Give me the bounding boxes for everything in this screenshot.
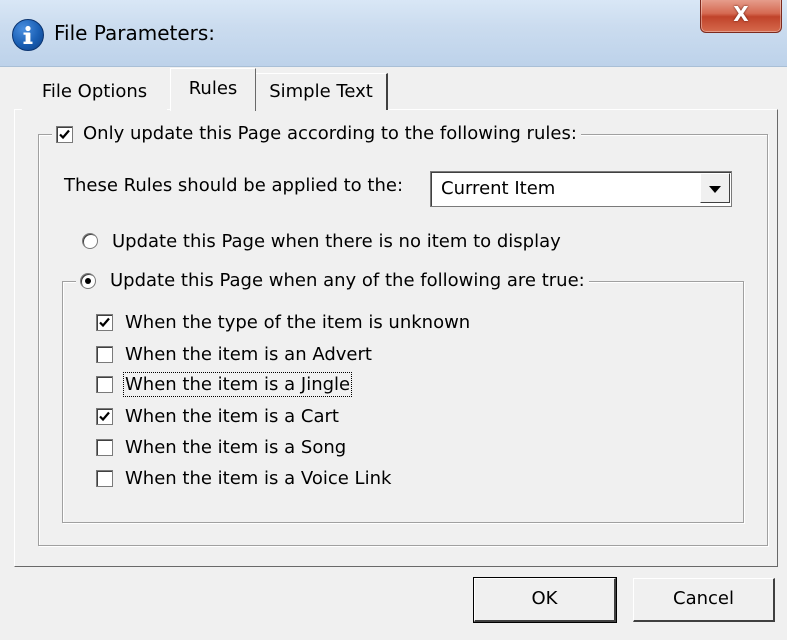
window-title: File Parameters:	[54, 21, 216, 45]
radio-any-true-label: Update this Page when any of the followi…	[110, 270, 585, 291]
condition-advert-checkbox[interactable]	[96, 345, 113, 363]
condition-advert-row[interactable]: When the item is an Advert	[96, 340, 372, 368]
condition-label: When the item is a Voice Link	[125, 467, 392, 489]
applied-to-select[interactable]: Current Item	[430, 171, 732, 207]
condition-voice-link-checkbox[interactable]	[96, 469, 113, 487]
condition-cart-row[interactable]: When the item is a Cart	[96, 402, 339, 430]
checkmark-icon	[99, 317, 110, 327]
tab-rules[interactable]: Rules	[170, 68, 256, 111]
condition-label: When the item is a Cart	[125, 405, 339, 427]
condition-label: When the type of the item is unknown	[125, 311, 471, 333]
only-update-checkbox-row[interactable]: Only update this Page according to the f…	[52, 122, 581, 146]
radio-no-item-label: Update this Page when there is no item t…	[112, 230, 561, 252]
condition-unknown-row[interactable]: When the type of the item is unknown	[96, 308, 470, 336]
condition-song-row[interactable]: When the item is a Song	[96, 433, 346, 461]
tab-file-options[interactable]: File Options	[22, 74, 167, 110]
radio-no-item[interactable]	[82, 233, 98, 249]
close-icon: X	[733, 2, 749, 26]
close-button[interactable]: X	[700, 0, 782, 33]
condition-unknown-checkbox[interactable]	[96, 313, 113, 331]
cancel-button[interactable]: Cancel	[633, 578, 775, 622]
condition-label: When the item is a Jingle	[122, 371, 353, 397]
chevron-down-icon[interactable]	[700, 173, 730, 203]
radio-no-item-row[interactable]: Update this Page when there is no item t…	[82, 227, 561, 255]
only-update-label: Only update this Page according to the f…	[83, 123, 577, 144]
condition-jingle-checkbox[interactable]	[96, 375, 113, 393]
checkmark-icon	[99, 411, 110, 421]
radio-any-true[interactable]	[80, 273, 96, 289]
condition-voice-link-row[interactable]: When the item is a Voice Link	[96, 464, 391, 492]
condition-jingle-row[interactable]: When the item is a Jingle	[96, 370, 353, 398]
radio-any-true-row[interactable]: Update this Page when any of the followi…	[76, 269, 589, 293]
condition-cart-checkbox[interactable]	[96, 407, 113, 425]
condition-label: When the item is an Advert	[125, 343, 372, 365]
tab-simple-text[interactable]: Simple Text	[256, 73, 388, 110]
ok-button[interactable]: OK	[473, 577, 617, 623]
checkmark-icon	[59, 129, 70, 139]
applied-to-label: These Rules should be applied to the:	[64, 175, 404, 196]
condition-label: When the item is a Song	[125, 436, 347, 458]
only-update-checkbox[interactable]	[56, 125, 73, 143]
condition-song-checkbox[interactable]	[96, 438, 113, 456]
title-bar: File Parameters: X	[0, 0, 787, 67]
info-icon	[12, 19, 44, 51]
applied-to-value: Current Item	[441, 178, 556, 199]
